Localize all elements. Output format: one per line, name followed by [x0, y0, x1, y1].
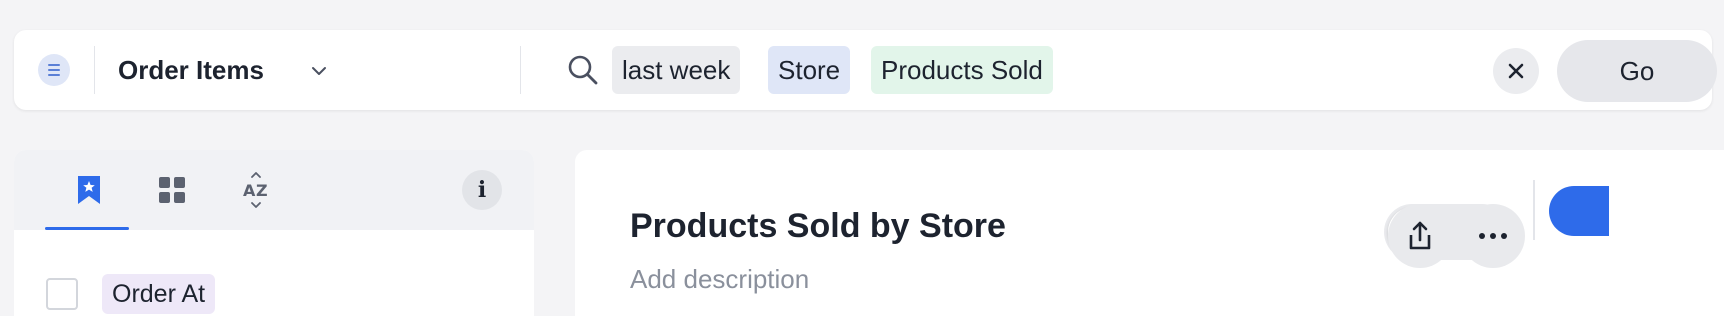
search-token-time[interactable]: last week [612, 46, 741, 94]
tab-bookmarks[interactable] [67, 168, 111, 212]
info-button[interactable]: i [462, 170, 502, 210]
search-bar: Order Items last week Store Products Sol… [14, 30, 1717, 110]
datasource-name[interactable]: Order Items [118, 55, 264, 86]
column-label: Order At [102, 274, 216, 314]
answer-card: Products Sold by Store Add description [575, 150, 1724, 316]
more-options-button[interactable] [1461, 204, 1525, 268]
data-panel-tabs: A Z i [14, 150, 534, 230]
divider [520, 46, 521, 94]
bookmark-icon [78, 176, 100, 204]
active-tab-indicator [45, 227, 129, 230]
column-item[interactable]: Order At [46, 274, 216, 314]
svg-text:Z: Z [256, 181, 268, 200]
chevron-down-icon[interactable] [308, 60, 330, 82]
divider [94, 46, 95, 94]
svg-text:A: A [243, 181, 256, 200]
more-horizontal-icon [1479, 233, 1507, 239]
share-button-wrap[interactable] [1388, 204, 1452, 268]
datasource-icon[interactable] [38, 54, 70, 86]
share-icon [1409, 221, 1431, 250]
sort-az-icon: A Z [243, 172, 268, 208]
search-token-attribute[interactable]: Store [768, 46, 851, 94]
toolbar-divider [1533, 180, 1535, 240]
description-field[interactable]: Add description [630, 264, 809, 295]
go-button[interactable]: Go [1557, 40, 1717, 102]
clear-search-button[interactable] [1493, 48, 1539, 94]
primary-action-button[interactable] [1549, 186, 1609, 236]
column-checkbox[interactable] [46, 278, 78, 310]
answer-title[interactable]: Products Sold by Store [630, 207, 1006, 246]
search-token-measure[interactable]: Products Sold [871, 46, 1053, 94]
grid-icon [159, 177, 185, 203]
data-panel: A Z i Order At [14, 150, 534, 316]
tab-sort[interactable]: A Z [234, 168, 278, 212]
search-icon [567, 54, 599, 86]
close-icon [1508, 63, 1524, 79]
tab-grid[interactable] [150, 168, 194, 212]
